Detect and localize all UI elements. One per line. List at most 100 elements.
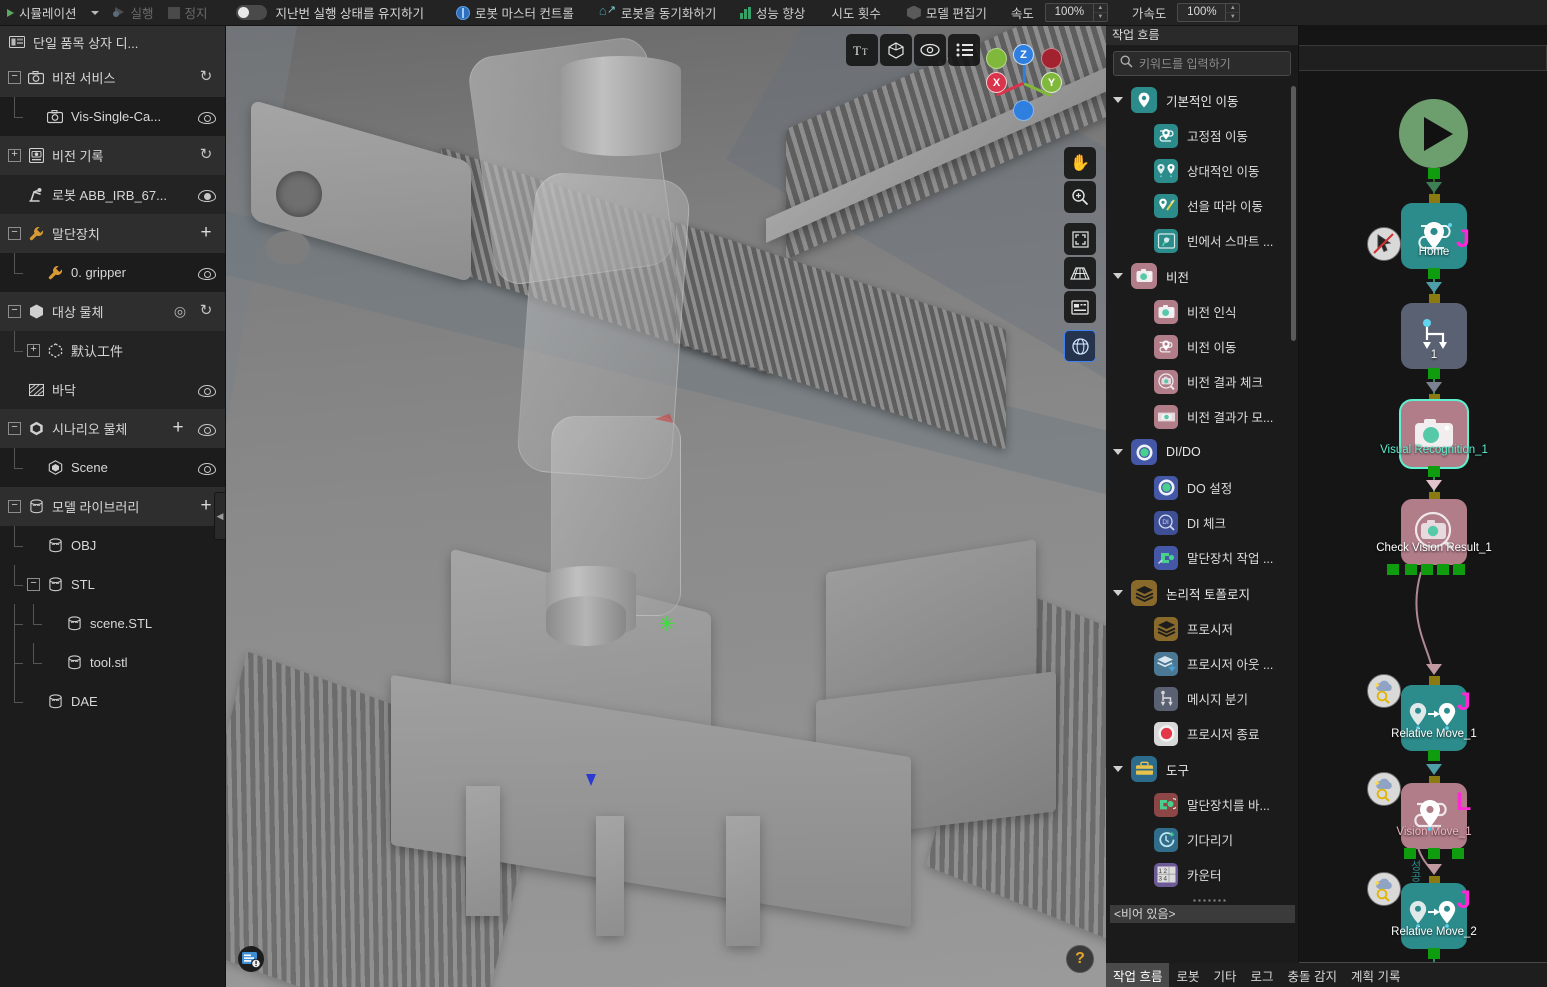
tree-item-13[interactable]: − STL	[0, 565, 225, 604]
model-editor-button[interactable]: 모델 편집기	[900, 0, 994, 26]
bottom-tab-4[interactable]: 충돌 감지	[1281, 963, 1344, 987]
visibility-eye-icon[interactable]	[197, 381, 216, 399]
axis-ball-z[interactable]: Z	[1013, 44, 1034, 65]
visibility-eye-icon[interactable]	[197, 420, 216, 438]
node-port-in[interactable]	[1429, 676, 1440, 685]
simulation-menu[interactable]: 시뮬레이션	[0, 0, 84, 26]
workflow-node-visual-recognition-1[interactable]: Visual Recognition_1	[1380, 401, 1488, 467]
add-icon[interactable]: +	[197, 223, 215, 243]
library-item-3-3[interactable]: 프로시저 종료	[1106, 716, 1299, 751]
library-group-0[interactable]: 기본적인 이동	[1106, 82, 1299, 118]
axis-ball-y-neg[interactable]	[986, 48, 1007, 69]
tree-item-1[interactable]: Vis-Single-Ca...	[0, 97, 225, 136]
visibility-eye-icon[interactable]	[197, 186, 216, 204]
chevron-down-icon[interactable]	[1113, 766, 1123, 772]
library-item-4-1[interactable]: 기다리기	[1106, 822, 1299, 857]
library-item-1-3[interactable]: 비전 결과가 모...	[1106, 399, 1299, 434]
library-group-3[interactable]: 논리적 토폴로지	[1106, 575, 1299, 611]
grid-perspective-icon[interactable]	[1064, 257, 1096, 289]
library-item-0-3[interactable]: 빈에서 스마트 ...	[1106, 223, 1299, 258]
axis-ball-x[interactable]: X	[986, 72, 1007, 93]
tree-item-14[interactable]: scene.STL	[0, 604, 225, 643]
expand-toggle-icon[interactable]: +	[8, 149, 21, 162]
tree-item-11[interactable]: − 모델 라이브러리 +	[0, 487, 225, 526]
bottom-tab-3[interactable]: 로그	[1244, 963, 1281, 987]
node-port-out[interactable]	[1428, 168, 1440, 179]
fit-view-icon[interactable]	[1064, 223, 1096, 255]
node-port-out[interactable]	[1428, 848, 1440, 859]
text-size-icon[interactable]: TT	[846, 34, 878, 66]
acceleration-input[interactable]: 100%	[1177, 3, 1226, 22]
axis-ball-y[interactable]: Y	[1041, 72, 1062, 93]
visibility-eye-icon[interactable]	[197, 108, 216, 126]
workflow-canvas[interactable]: Home J 1 Visual Recognition_1 Check Visi…	[1299, 72, 1547, 962]
collapse-toggle-icon[interactable]: −	[27, 578, 40, 591]
cube-axis-icon[interactable]	[880, 34, 912, 66]
visibility-eye-icon[interactable]	[197, 264, 216, 282]
performance-button[interactable]: 성능 향상	[733, 0, 812, 26]
acceleration-stepper[interactable]: ▲ ▼	[1225, 3, 1241, 22]
node-port-out[interactable]	[1404, 848, 1416, 859]
bottom-tab-0[interactable]: 작업 흐름	[1106, 963, 1170, 987]
panel-icon[interactable]	[1064, 291, 1096, 323]
library-item-2-2[interactable]: 말단장치 작업 ...	[1106, 540, 1299, 575]
library-item-2-1[interactable]: DI DI 체크	[1106, 505, 1299, 540]
sync-robot-button[interactable]: 로봇을 동기화하기	[593, 0, 723, 26]
node-port-out[interactable]	[1453, 564, 1465, 575]
chevron-down-icon[interactable]	[1113, 97, 1123, 103]
library-item-3-0[interactable]: 프로시저	[1106, 611, 1299, 646]
search-plan-icon[interactable]	[1367, 872, 1401, 906]
project-title-row[interactable]: 단일 품목 상자 디...	[0, 26, 225, 58]
bottom-tab-5[interactable]: 계획 기록	[1344, 963, 1407, 987]
node-port-out[interactable]	[1428, 948, 1440, 959]
axis-ball-z-neg[interactable]	[1013, 100, 1034, 121]
collapse-toggle-icon[interactable]: −	[8, 422, 21, 435]
tree-item-8[interactable]: 바닥	[0, 370, 225, 409]
library-item-0-2[interactable]: 선을 따라 이동	[1106, 188, 1299, 223]
robot-master-control-button[interactable]: 로봇 마스터 컨트롤	[449, 0, 581, 26]
library-item-3-1[interactable]: 프로시저 아웃 ...	[1106, 646, 1299, 681]
node-port-out[interactable]	[1428, 750, 1440, 761]
attempt-count-button[interactable]: 시도 횟수	[824, 0, 887, 26]
chevron-down-icon[interactable]	[1113, 449, 1123, 455]
node-port-out[interactable]	[1421, 564, 1433, 575]
tree-item-3[interactable]: 로봇 ABB_IRB_67...	[0, 175, 225, 214]
library-group-1[interactable]: 비전	[1106, 258, 1299, 294]
bottom-tab-1[interactable]: 로봇	[1169, 963, 1206, 987]
workflow-header-bar[interactable]	[1299, 45, 1547, 71]
no-cursor-icon[interactable]	[1367, 227, 1401, 261]
search-plan-icon[interactable]	[1367, 772, 1401, 806]
panel-resize-handle[interactable]	[1192, 898, 1226, 903]
collapse-toggle-icon[interactable]: −	[8, 500, 21, 513]
visibility-eye-icon[interactable]	[197, 459, 216, 477]
workflow-node-check-vision-result-1[interactable]: Check Vision Result_1	[1376, 499, 1492, 565]
collapse-toggle-icon[interactable]: −	[8, 71, 21, 84]
tree-item-2[interactable]: + 비전 기록 ↻	[0, 136, 225, 175]
axis-gizmo[interactable]: Z X Y	[986, 44, 1064, 122]
library-item-1-2[interactable]: 비전 결과 체크	[1106, 364, 1299, 399]
library-search-box[interactable]	[1113, 51, 1294, 76]
refresh-icon[interactable]: ↻	[197, 302, 215, 321]
refresh-icon[interactable]: ↻	[197, 146, 215, 165]
node-port-out[interactable]	[1405, 564, 1417, 575]
stop-button[interactable]: 정지	[161, 0, 215, 26]
library-item-1-1[interactable]: 비전 이동	[1106, 329, 1299, 364]
simulation-dropdown[interactable]	[84, 0, 106, 26]
gear-icon[interactable]: ◎	[171, 303, 189, 321]
search-plan-icon[interactable]	[1367, 674, 1401, 708]
bottom-tab-2[interactable]: 기타	[1207, 963, 1244, 987]
node-port-in[interactable]	[1429, 294, 1440, 303]
keep-last-run-state-toggle[interactable]: 지난번 실행 상태를 유지하기	[229, 0, 431, 26]
tree-item-10[interactable]: Scene	[0, 448, 225, 487]
pan-hand-icon[interactable]: ✋	[1064, 147, 1096, 179]
tree-item-6[interactable]: − 대상 물체 ◎ ↻	[0, 292, 225, 331]
library-group-4[interactable]: 도구	[1106, 751, 1299, 787]
node-port-out[interactable]	[1437, 564, 1449, 575]
zoom-in-icon[interactable]	[1064, 181, 1096, 213]
scene-info-icon[interactable]	[238, 946, 264, 972]
node-port-out[interactable]	[1428, 368, 1440, 379]
tree-item-16[interactable]: DAE	[0, 682, 225, 721]
collapse-toggle-icon[interactable]: −	[8, 305, 21, 318]
library-item-0-0[interactable]: 고정점 이동	[1106, 118, 1299, 153]
sidebar-collapse-handle[interactable]: ◀	[214, 492, 226, 540]
